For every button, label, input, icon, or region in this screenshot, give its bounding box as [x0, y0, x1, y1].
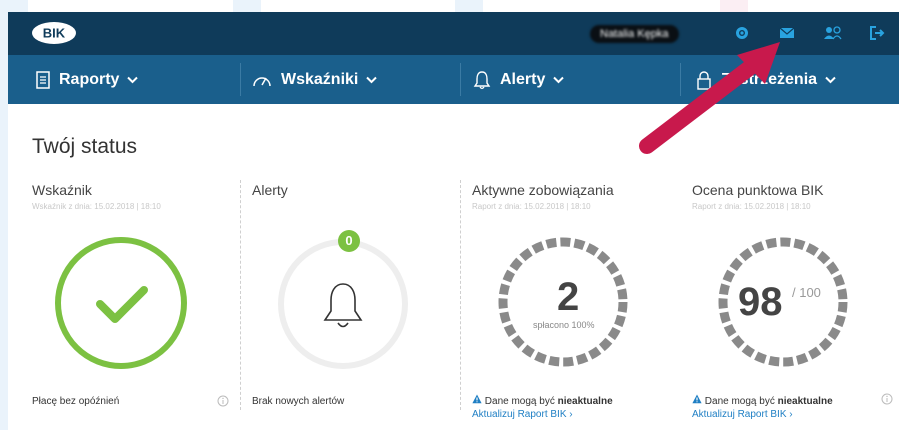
nav-item-alerty[interactable]: Alerty	[473, 55, 573, 104]
chevron-down-icon	[127, 76, 139, 83]
data-warning: Dane mogą być nieaktualne	[472, 394, 613, 407]
card-aktywne-zobowiazania: Aktywne zobowiązania Raport z dnia: 15.0…	[472, 178, 677, 420]
score-max: / 100	[792, 285, 821, 300]
update-report-link[interactable]: Aktualizuj Raport BIK ›	[692, 409, 793, 420]
lock-icon	[697, 70, 711, 90]
card-wskaznik: Wskaźnik Wskaźnik z dnia: 15.02.2018 | 1…	[32, 178, 237, 418]
card-title: Wskaźnik	[32, 182, 92, 198]
checkmark-icon	[96, 286, 148, 323]
obligations-count: 2	[557, 275, 580, 319]
bik-logo[interactable]: BIK	[30, 21, 78, 45]
bik-app: BIK Natalia Kępka Raporty Wskaźniki Aler…	[8, 12, 899, 430]
alert-count-badge: 0	[338, 230, 360, 252]
chevron-down-icon	[366, 76, 378, 83]
card-alerty: Alerty 0 Brak nowych alertów	[252, 178, 457, 418]
nav-label: Zastrzeżenia	[721, 70, 818, 88]
warning-icon	[692, 394, 702, 404]
nav-label: Wskaźniki	[281, 70, 359, 88]
chevron-down-icon	[825, 76, 836, 83]
chevron-down-icon	[553, 76, 565, 83]
main-nav: Raporty Wskaźniki Alerty Zastrzeżenia	[8, 55, 899, 104]
nav-item-zastrzezenia[interactable]: Zastrzeżenia	[696, 55, 845, 104]
card-ocena-punktowa: Ocena punktowa BIK Raport z dnia: 15.02.…	[692, 178, 897, 420]
card-title: Aktywne zobowiązania	[472, 182, 614, 198]
bell-icon	[323, 283, 363, 328]
document-icon	[36, 70, 50, 89]
info-icon[interactable]	[217, 394, 229, 407]
nav-label: Alerty	[500, 70, 546, 88]
logout-icon[interactable]	[868, 24, 886, 42]
score-gauge	[718, 237, 848, 367]
nav-separator	[680, 63, 681, 96]
nav-label: Raporty	[59, 70, 120, 88]
bell-icon	[473, 70, 491, 89]
nav-item-raporty[interactable]: Raporty	[36, 55, 147, 104]
envelope-icon[interactable]	[778, 24, 796, 42]
card-subtitle: Raport z dnia: 15.02.2018 | 18:10	[472, 202, 591, 211]
card-title: Alerty	[252, 182, 288, 198]
nav-separator	[460, 63, 461, 96]
info-icon[interactable]	[881, 392, 893, 405]
nav-separator	[240, 63, 241, 96]
card-title: Ocena punktowa BIK	[692, 182, 824, 198]
users-icon[interactable]	[823, 24, 842, 42]
update-report-link[interactable]: Aktualizuj Raport BIK ›	[472, 409, 573, 420]
card-footer: Płacę bez opóźnień	[32, 396, 120, 407]
alerts-ring	[278, 239, 408, 369]
user-name[interactable]: Natalia Kępka	[590, 25, 679, 43]
top-bar: BIK Natalia Kępka	[8, 12, 899, 55]
logo-text: BIK	[43, 26, 66, 41]
card-divider	[460, 180, 461, 410]
data-warning: Dane mogą być nieaktualne	[692, 394, 833, 407]
card-subtitle: Raport z dnia: 15.02.2018 | 18:10	[692, 202, 811, 211]
gear-icon[interactable]	[733, 24, 751, 42]
card-footer: Brak nowych alertów	[252, 396, 345, 407]
card-divider	[240, 180, 241, 410]
warning-icon	[472, 394, 482, 404]
gauge-icon	[253, 76, 271, 86]
score-value: 98	[738, 280, 783, 324]
page-title: Twój status	[32, 135, 138, 158]
card-subtitle: Wskaźnik z dnia: 15.02.2018 | 18:10	[32, 202, 161, 211]
obligations-caption: spłacono 100%	[533, 320, 595, 330]
nav-item-wskazniki[interactable]: Wskaźniki	[252, 55, 386, 104]
status-ok-gauge	[55, 237, 187, 369]
